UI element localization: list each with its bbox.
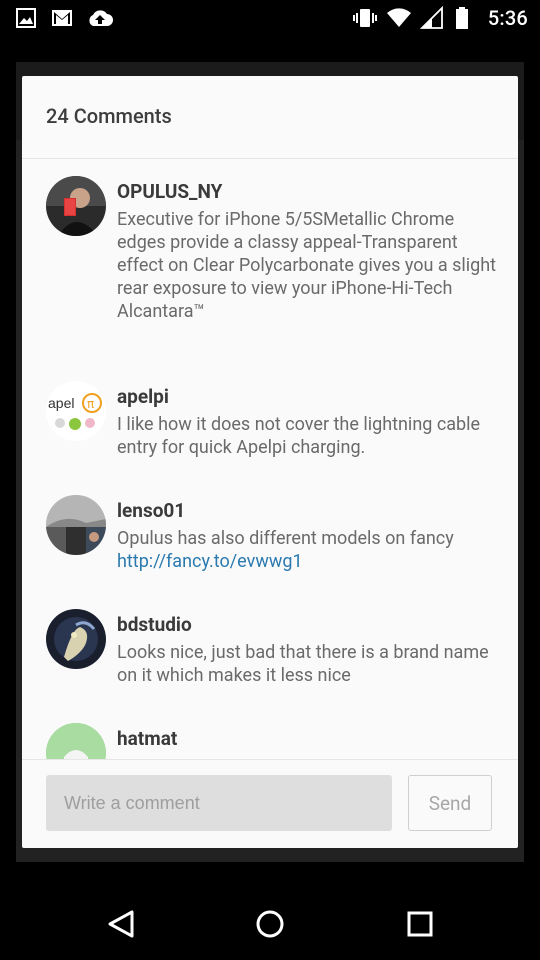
apelpi-logo-text: apel xyxy=(48,395,74,411)
comment-item: OPULUS_NY Executive for iPhone 5/5SMetal… xyxy=(46,176,506,366)
signal-icon xyxy=(419,5,444,30)
comment-author[interactable]: hatmat xyxy=(117,727,177,750)
home-icon[interactable] xyxy=(250,904,290,944)
svg-text:π: π xyxy=(87,397,94,411)
user-avatar[interactable] xyxy=(46,609,106,669)
comment-text: Looks nice, just bad that there is a bra… xyxy=(117,642,489,686)
user-avatar[interactable]: apel π xyxy=(46,381,106,441)
image-icon xyxy=(14,6,38,30)
clock: 5:36 xyxy=(487,6,528,30)
comment-author[interactable]: apelpi xyxy=(117,385,169,408)
recents-icon[interactable] xyxy=(400,904,440,944)
comment-author[interactable]: lenso01 xyxy=(117,499,185,522)
comment-author[interactable]: bdstudio xyxy=(117,613,192,636)
status-bar: 5:36 xyxy=(0,0,540,38)
comment-link[interactable]: http://fancy.to/evwwg1 xyxy=(117,551,303,572)
comment-text: Opulus has also different models on fanc… xyxy=(117,527,497,573)
comment-text: I like how it does not cover the lightni… xyxy=(117,414,481,458)
gmail-icon xyxy=(50,6,74,30)
send-button[interactable]: Send xyxy=(408,775,492,831)
comment-input[interactable]: Write a comment xyxy=(46,775,392,831)
comment-text-body: Opulus has also different models on fanc… xyxy=(117,528,454,549)
back-icon[interactable] xyxy=(102,904,142,944)
user-avatar[interactable] xyxy=(46,723,106,759)
comment-list[interactable]: OPULUS_NY Executive for iPhone 5/5SMetal… xyxy=(22,159,518,759)
wifi-icon xyxy=(386,6,411,30)
comments-dialog: 24 Comments OPULUS_NY Executive for iPho… xyxy=(22,76,518,848)
comment-author[interactable]: OPULUS_NY xyxy=(117,180,222,203)
vibrate-icon xyxy=(352,6,377,30)
battery-icon xyxy=(454,6,478,30)
comment-item: apel π apelpi I like how it does not cov… xyxy=(46,381,506,481)
dialog-title: 24 Comments xyxy=(46,104,172,128)
navigation-bar xyxy=(0,880,540,960)
comment-item: hatmat xyxy=(46,723,506,759)
cloud-upload-icon xyxy=(86,6,113,30)
comment-item: bdstudio Looks nice, just bad that there… xyxy=(46,609,506,709)
divider xyxy=(22,759,518,760)
user-avatar[interactable] xyxy=(46,495,106,555)
user-avatar[interactable] xyxy=(46,176,106,236)
comment-item: lenso01 Opulus has also different models… xyxy=(46,495,506,595)
comment-text: Executive for iPhone 5/5SMetallic Chrome… xyxy=(117,209,497,322)
